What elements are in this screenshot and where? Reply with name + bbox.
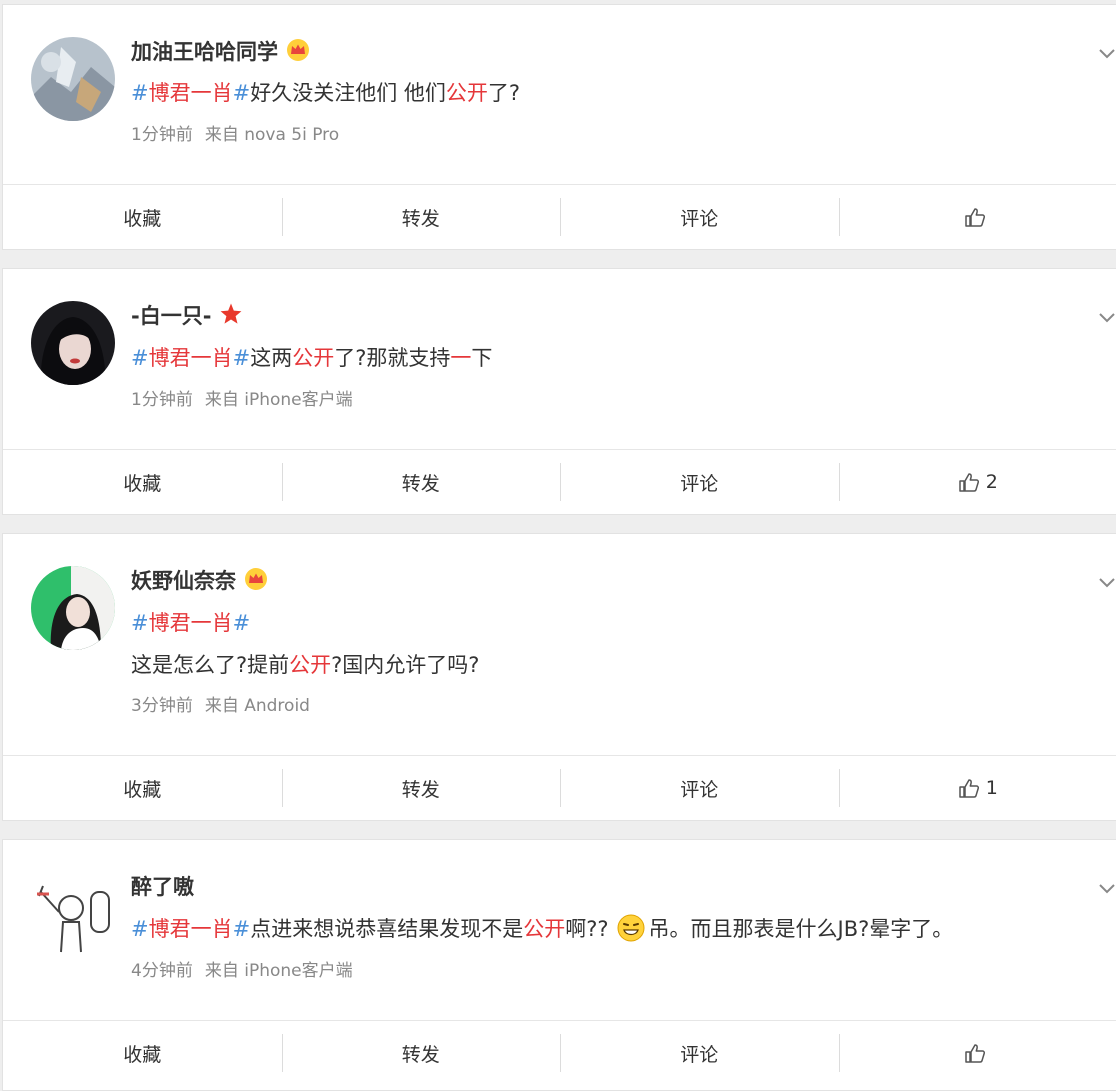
like-count: 2: [986, 471, 998, 493]
source: 来自 iPhone客户端: [205, 961, 353, 981]
thumbs-up-icon: [964, 1042, 986, 1064]
topic-tag[interactable]: #博君一肖#: [131, 611, 250, 635]
username[interactable]: 醉了嗷: [131, 875, 194, 899]
repost-button[interactable]: 转发: [282, 756, 561, 820]
topic-tag[interactable]: #博君一肖#: [131, 917, 250, 941]
post-text: #博君一肖#好久没关注他们 他们公开了?: [131, 78, 520, 108]
grin-emoji-icon: [617, 914, 645, 942]
like-button[interactable]: [839, 1021, 1116, 1085]
avatar[interactable]: [31, 37, 115, 121]
avatar[interactable]: [31, 301, 115, 385]
post-text: #博君一肖#: [131, 608, 250, 638]
post-card: -白一只- #博君一肖#这两公开了?那就支持一下 1分钟前来自 iPhone客户…: [2, 268, 1116, 515]
post-text: #博君一肖#这两公开了?那就支持一下: [131, 343, 492, 373]
like-button[interactable]: 1: [839, 756, 1116, 820]
post-text: #博君一肖#点进来想说恭喜结果发现不是公开啊??吊。而且那表是什么JB?晕字了。: [131, 914, 953, 944]
post-text-line: 这是怎么了?提前公开?国内允许了吗?: [131, 650, 479, 680]
chevron-down-icon[interactable]: [1097, 576, 1116, 590]
crown-badge-icon: [286, 38, 310, 62]
source: 来自 nova 5i Pro: [205, 125, 339, 145]
topic-tag[interactable]: #博君一肖#: [131, 81, 250, 105]
post-card: 妖野仙奈奈 #博君一肖# 这是怎么了?提前公开?国内允许了吗? 3分钟前来自 A…: [2, 533, 1116, 821]
comment-feed: 加油王哈哈同学 #博君一肖#好久没关注他们 他们公开了? 1分钟前来自 nova…: [0, 0, 1116, 1080]
comment-button[interactable]: 评论: [560, 756, 839, 820]
thumbs-up-icon: [958, 471, 980, 493]
collect-button[interactable]: 收藏: [3, 1021, 282, 1085]
like-button[interactable]: 2: [839, 450, 1116, 514]
crown-badge-icon: [244, 567, 268, 591]
topic-tag[interactable]: #博君一肖#: [131, 346, 250, 370]
username[interactable]: -白一只-: [131, 304, 211, 328]
action-bar: 收藏 转发 评论 2: [3, 449, 1116, 514]
chevron-down-icon[interactable]: [1097, 882, 1116, 896]
repost-button[interactable]: 转发: [282, 185, 561, 249]
avatar[interactable]: [31, 872, 115, 956]
repost-button[interactable]: 转发: [282, 450, 561, 514]
action-bar: 收藏 转发 评论 1: [3, 755, 1116, 820]
comment-button[interactable]: 评论: [560, 185, 839, 249]
thumbs-up-icon: [964, 206, 986, 228]
timestamp: 3分钟前: [131, 696, 193, 716]
source: 来自 iPhone客户端: [205, 390, 353, 410]
action-bar: 收藏 转发 评论: [3, 1020, 1116, 1085]
like-count: 1: [986, 777, 998, 799]
thumbs-up-icon: [958, 777, 980, 799]
username[interactable]: 加油王哈哈同学: [131, 40, 278, 64]
source: 来自 Android: [205, 696, 310, 716]
chevron-down-icon[interactable]: [1097, 47, 1116, 61]
timestamp: 1分钟前: [131, 125, 193, 145]
comment-button[interactable]: 评论: [560, 1021, 839, 1085]
timestamp: 1分钟前: [131, 390, 193, 410]
avatar[interactable]: [31, 566, 115, 650]
repost-button[interactable]: 转发: [282, 1021, 561, 1085]
username[interactable]: 妖野仙奈奈: [131, 569, 236, 593]
action-bar: 收藏 转发 评论: [3, 184, 1116, 249]
collect-button[interactable]: 收藏: [3, 756, 282, 820]
comment-button[interactable]: 评论: [560, 450, 839, 514]
chevron-down-icon[interactable]: [1097, 311, 1116, 325]
post-meta: 4分钟前来自 iPhone客户端: [131, 959, 353, 983]
post-card: 醉了嗷 #博君一肖#点进来想说恭喜结果发现不是公开啊??吊。而且那表是什么JB?…: [2, 839, 1116, 1091]
star-badge-icon: [219, 302, 243, 326]
collect-button[interactable]: 收藏: [3, 185, 282, 249]
post-meta: 1分钟前来自 iPhone客户端: [131, 388, 353, 412]
post-card: 加油王哈哈同学 #博君一肖#好久没关注他们 他们公开了? 1分钟前来自 nova…: [2, 4, 1116, 250]
collect-button[interactable]: 收藏: [3, 450, 282, 514]
post-meta: 1分钟前来自 nova 5i Pro: [131, 123, 339, 147]
like-button[interactable]: [839, 185, 1116, 249]
timestamp: 4分钟前: [131, 961, 193, 981]
post-meta: 3分钟前来自 Android: [131, 694, 310, 718]
